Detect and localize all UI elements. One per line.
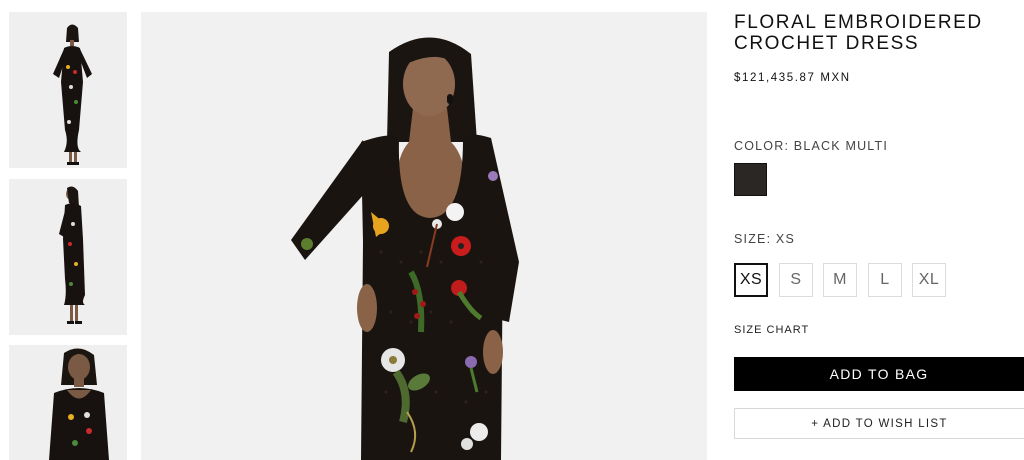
add-to-bag-button[interactable]: ADD TO BAG — [734, 357, 1024, 391]
size-option-xs[interactable]: XS — [734, 263, 768, 297]
size-chart-link[interactable]: SIZE CHART — [734, 324, 809, 336]
thumbnail-3[interactable] — [9, 345, 127, 460]
model-side-thumbnail-image — [9, 179, 127, 335]
model-front-thumbnail-image — [9, 12, 127, 168]
size-option-xl[interactable]: XL — [912, 263, 946, 297]
product-title: FLORAL EMBROIDERED CROCHET DRESS — [734, 12, 983, 54]
size-label: SIZE: XS — [734, 232, 796, 246]
size-option-m[interactable]: M — [823, 263, 857, 297]
color-swatch-black-multi[interactable] — [734, 163, 767, 196]
color-label: COLOR: BLACK MULTI — [734, 139, 889, 153]
product-info-panel: FLORAL EMBROIDERED CROCHET DRESS $121,43… — [734, 0, 1024, 460]
main-product-image[interactable] — [141, 12, 707, 460]
size-option-l[interactable]: L — [868, 263, 902, 297]
product-price: $121,435.87 MXN — [734, 72, 851, 84]
size-option-s[interactable]: S — [779, 263, 813, 297]
thumbnail-2[interactable] — [9, 179, 127, 335]
add-to-wishlist-button[interactable]: + ADD TO WISH LIST — [734, 408, 1024, 439]
model-wearing-dress-image — [141, 12, 707, 460]
model-closeup-thumbnail-image — [9, 345, 127, 460]
thumbnail-1[interactable] — [9, 12, 127, 168]
